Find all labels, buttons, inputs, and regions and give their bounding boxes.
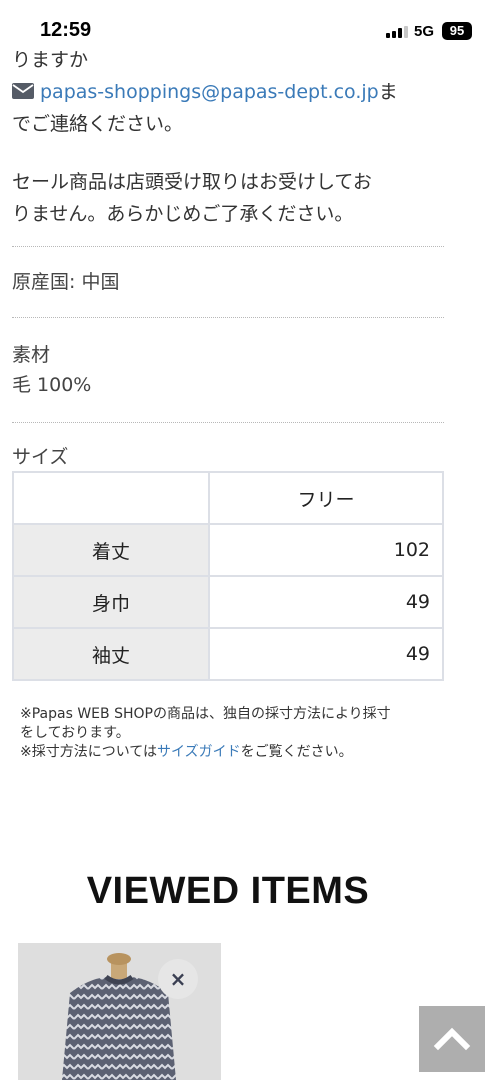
truncated-text: りますか (12, 50, 89, 71)
size-row-name: 袖丈 (12, 627, 210, 681)
scroll-to-top-button[interactable] (419, 1006, 485, 1072)
size-table-header-row: フリー (12, 471, 444, 525)
sale-notice-line-1: セール商品は店頭受け取りはお受けしてお (12, 171, 372, 193)
size-row-value: 49 (208, 575, 444, 629)
note-line-3: ※採寸方法についてはサイズガイドをご覧ください。 (20, 743, 444, 762)
email-link[interactable]: papas-shoppings@papas-dept.co.jp (40, 81, 379, 103)
note-line-3-suffix: をご覧ください。 (240, 744, 353, 760)
size-row-name: 着丈 (12, 523, 210, 577)
size-table: フリー 着丈 102 身巾 49 袖丈 49 (12, 471, 444, 681)
contact-text: でご連絡ください。 (12, 113, 184, 135)
product-details: りますか papas-shoppings@papas-dept.co.jpま で… (12, 50, 444, 762)
size-row-name: 身巾 (12, 575, 210, 629)
status-bar: 12:59 5G 95 (0, 0, 500, 56)
origin-country: 原産国: 中国 (12, 271, 120, 293)
note-line-3-prefix: ※採寸方法については (20, 744, 158, 760)
table-row: 身巾 49 (12, 575, 444, 629)
table-row: 着丈 102 (12, 523, 444, 577)
viewed-items-title: VIEWED ITEMS (86, 870, 370, 912)
email-suffix: ま (378, 81, 398, 103)
sale-notice-line-2: りません。あらかじめご了承ください。 (12, 203, 354, 225)
email-line: papas-shoppings@papas-dept.co.jpま (12, 76, 444, 108)
signal-icon (386, 26, 410, 38)
status-time: 12:59 (40, 19, 92, 41)
envelope-icon (12, 77, 34, 99)
network-type: 5G (414, 23, 435, 40)
size-table-corner (12, 471, 210, 525)
note-line-1: ※Papas WEB SHOPの商品は、独自の採寸方法により採寸 (20, 706, 391, 722)
size-label: サイズ (12, 446, 69, 468)
chevron-up-icon (433, 1027, 471, 1051)
size-guide-link[interactable]: サイズガイド (157, 744, 241, 760)
size-column-header: フリー (208, 471, 444, 525)
size-row-value: 102 (208, 523, 444, 577)
material-value: 毛 100% (12, 374, 92, 396)
table-row: 袖丈 49 (12, 627, 444, 681)
close-icon[interactable]: × (158, 959, 198, 999)
measurement-note: ※Papas WEB SHOPの商品は、独自の採寸方法により採寸 をしております… (12, 705, 444, 762)
note-line-2: をしております。 (20, 725, 130, 741)
battery-icon: 95 (442, 22, 472, 40)
material-label: 素材 (12, 344, 51, 366)
size-row-value: 49 (208, 627, 444, 681)
